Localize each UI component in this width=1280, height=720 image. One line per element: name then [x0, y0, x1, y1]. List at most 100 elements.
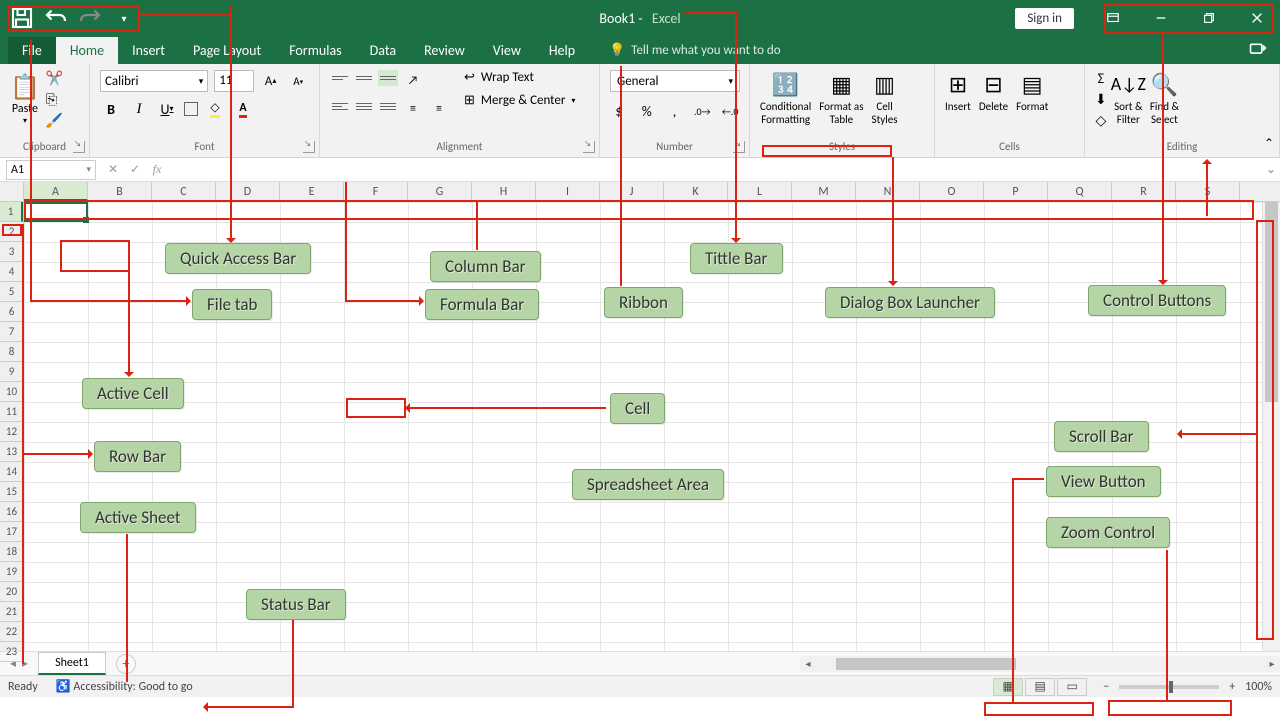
increase-indent-icon[interactable]: ≡ [428, 98, 450, 120]
clear-icon[interactable]: ◇ [1095, 112, 1107, 129]
tab-formulas[interactable]: Formulas [275, 37, 355, 64]
row-header[interactable]: 21 [0, 602, 23, 622]
column-header[interactable]: K [664, 182, 728, 201]
row-header[interactable]: 11 [0, 402, 23, 422]
row-header[interactable]: 14 [0, 462, 23, 482]
align-right[interactable] [378, 98, 398, 114]
signin-button[interactable]: Sign in [1015, 8, 1074, 29]
tab-insert[interactable]: Insert [118, 37, 179, 64]
column-header[interactable]: G [408, 182, 472, 201]
find-select-button[interactable]: 🔍Find & Select [1150, 70, 1179, 129]
share-icon[interactable] [1248, 38, 1268, 62]
row-header[interactable]: 5 [0, 282, 23, 302]
row-header[interactable]: 10 [0, 382, 23, 402]
row-header[interactable]: 15 [0, 482, 23, 502]
column-header[interactable]: P [984, 182, 1048, 201]
font-size-combo[interactable]: 11 [214, 70, 253, 92]
tab-help[interactable]: Help [535, 37, 589, 64]
comma-icon[interactable]: , [666, 100, 684, 122]
conditional-formatting-button[interactable]: 🔢Conditional Formatting [760, 70, 811, 126]
select-all-corner[interactable] [0, 182, 24, 201]
column-header[interactable]: Q [1048, 182, 1112, 201]
italic-button[interactable]: I [128, 98, 150, 120]
row-header[interactable]: 16 [0, 502, 23, 522]
column-header[interactable]: L [728, 182, 792, 201]
cancel-icon[interactable]: ✕ [102, 162, 124, 177]
tab-home[interactable]: Home [56, 37, 118, 64]
sheet-tab-active[interactable]: Sheet1 [38, 652, 106, 675]
bold-button[interactable]: B [100, 98, 122, 120]
row-header[interactable]: 4 [0, 262, 23, 282]
orientation-icon[interactable]: ↗ [402, 70, 424, 92]
currency-icon[interactable]: $ [610, 100, 628, 122]
cell-styles-button[interactable]: ▥Cell Styles [872, 70, 898, 126]
row-header[interactable]: 20 [0, 582, 23, 602]
view-page-layout-icon[interactable]: ▤ [1025, 678, 1055, 696]
horizontal-scrollbar[interactable]: ◂ ▸ [800, 656, 1280, 672]
column-header[interactable]: H [472, 182, 536, 201]
dialog-launcher-alignment[interactable] [583, 141, 595, 153]
align-left[interactable] [330, 98, 350, 114]
name-box[interactable]: A1▾ [6, 160, 96, 180]
merge-center-button[interactable]: ⊞Merge & Center ▾ [464, 93, 575, 108]
fill-icon[interactable]: ⬇ [1095, 91, 1107, 108]
tab-view[interactable]: View [479, 37, 535, 64]
format-painter-icon[interactable]: 🖌️ [46, 112, 63, 129]
column-header[interactable]: E [280, 182, 344, 201]
column-header[interactable]: D [216, 182, 280, 201]
column-header[interactable]: M [792, 182, 856, 201]
zoom-out-icon[interactable]: − [1099, 680, 1113, 694]
decrease-indent-icon[interactable]: ≡ [402, 98, 424, 120]
borders-icon[interactable] [184, 102, 198, 116]
tab-page-layout[interactable]: Page Layout [179, 37, 275, 64]
format-as-table-button[interactable]: ▦Format as Table [819, 70, 863, 126]
autosum-icon[interactable]: Σ [1095, 70, 1107, 87]
copy-icon[interactable]: ⎘ [46, 91, 63, 108]
align-top[interactable] [330, 70, 350, 86]
hscroll-thumb[interactable] [836, 658, 1016, 670]
paste-button[interactable]: 📋 Paste ▾ [10, 70, 40, 129]
formula-bar-input[interactable] [168, 160, 1262, 180]
wrap-text-button[interactable]: ↩Wrap Text [464, 70, 575, 85]
increase-font-icon[interactable]: A▴ [260, 70, 282, 92]
underline-button[interactable]: U▾ [156, 98, 178, 120]
column-header[interactable]: N [856, 182, 920, 201]
dialog-launcher-font[interactable] [303, 141, 315, 153]
fx-icon[interactable]: fx [146, 162, 168, 177]
zoom-value[interactable]: 100% [1245, 680, 1272, 694]
row-header[interactable]: 9 [0, 362, 23, 382]
zoom-in-icon[interactable]: + [1225, 680, 1239, 694]
column-header[interactable]: B [88, 182, 152, 201]
decrease-font-icon[interactable]: A▾ [287, 70, 309, 92]
enter-icon[interactable]: ✓ [124, 162, 146, 177]
increase-decimal-icon[interactable]: .0→ [693, 100, 711, 122]
row-header[interactable]: 3 [0, 242, 23, 262]
align-center[interactable] [354, 98, 374, 114]
row-header[interactable]: 6 [0, 302, 23, 322]
format-cells-button[interactable]: ▤Format [1016, 70, 1048, 113]
tab-data[interactable]: Data [356, 37, 410, 64]
column-header[interactable]: A [24, 182, 88, 201]
collapse-ribbon-icon[interactable]: ⌃ [1264, 136, 1274, 151]
row-header[interactable]: 22 [0, 622, 23, 642]
column-header[interactable]: I [536, 182, 600, 201]
align-middle[interactable] [354, 70, 374, 86]
sort-filter-button[interactable]: A↓ZSort & Filter [1111, 70, 1146, 129]
row-header[interactable]: 12 [0, 422, 23, 442]
column-header[interactable]: J [600, 182, 664, 201]
fill-color-icon[interactable]: ◇ [204, 98, 226, 120]
row-header[interactable]: 8 [0, 342, 23, 362]
row-header[interactable]: 13 [0, 442, 23, 462]
insert-cells-button[interactable]: ⊞Insert [945, 70, 971, 113]
row-header[interactable]: 19 [0, 562, 23, 582]
row-header[interactable]: 23 [0, 642, 23, 662]
expand-formula-bar-icon[interactable]: ⌄ [1262, 162, 1280, 177]
column-header[interactable]: R [1112, 182, 1176, 201]
row-header[interactable]: 17 [0, 522, 23, 542]
dialog-launcher-clipboard[interactable] [73, 141, 85, 153]
tell-me-search[interactable]: 💡 Tell me what you want to do [609, 43, 781, 58]
tab-review[interactable]: Review [410, 37, 479, 64]
hscroll-right-icon[interactable]: ▸ [1264, 657, 1280, 670]
align-bottom[interactable] [378, 70, 398, 86]
zoom-slider[interactable] [1119, 685, 1219, 689]
